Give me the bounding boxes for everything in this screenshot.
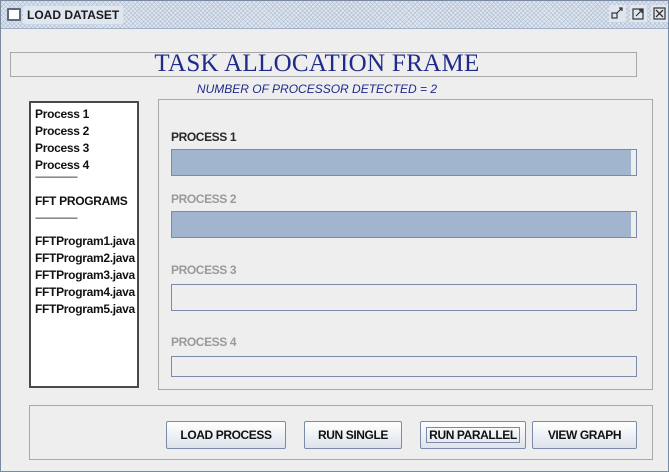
run-single-button-label: RUN SINGLE [317, 428, 388, 442]
list-item-program-2[interactable]: FFTProgram2.java [35, 251, 135, 265]
view-graph-button[interactable]: VIEW GRAPH [532, 421, 637, 449]
run-parallel-button-label: RUN PARALLEL [426, 427, 520, 443]
load-dataset-window: LOAD DATASET TASK ALLOCATION FRAME NUMBE… [0, 0, 669, 472]
window-controls [609, 5, 668, 22]
process-1-label: PROCESS 1 [171, 130, 237, 144]
load-process-button[interactable]: LOAD PROCESS [166, 421, 286, 449]
list-item-program-4[interactable]: FFTProgram4.java [35, 285, 135, 299]
process-program-list[interactable]: Process 1 Process 2 Process 3 Process 4 … [29, 101, 139, 388]
process-4-label: PROCESS 4 [171, 335, 237, 349]
list-item-program-1[interactable]: FFTProgram1.java [35, 234, 135, 248]
process-3-label: PROCESS 3 [171, 263, 237, 277]
process-3-progress-bar [171, 284, 637, 311]
list-separator: ------------------ [35, 213, 78, 224]
run-single-button[interactable]: RUN SINGLE [304, 421, 402, 449]
list-section-fft-programs[interactable]: FFT PROGRAMS [35, 194, 128, 208]
process-2-label: PROCESS 2 [171, 192, 237, 206]
minimize-icon[interactable] [609, 5, 626, 22]
list-separator: ------------------ [35, 172, 78, 183]
process-4-progress-bar [171, 356, 637, 377]
process-2-progress-bar [171, 211, 637, 238]
view-graph-button-label: VIEW GRAPH [547, 428, 622, 442]
list-item-process-3[interactable]: Process 3 [35, 141, 89, 155]
list-item-program-3[interactable]: FFTProgram3.java [35, 268, 135, 282]
load-process-button-label: LOAD PROCESS [180, 428, 272, 442]
list-item-process-1[interactable]: Process 1 [35, 107, 89, 121]
list-item-program-5[interactable]: FFTProgram5.java [35, 302, 135, 316]
process-1-progress-fill [172, 150, 632, 175]
window-icon [7, 8, 21, 21]
process-1-progress-bar [171, 149, 637, 176]
list-item-process-2[interactable]: Process 2 [35, 124, 89, 138]
window-title: LOAD DATASET [23, 6, 124, 24]
run-parallel-button[interactable]: RUN PARALLEL [420, 421, 526, 449]
list-item-process-4[interactable]: Process 4 [35, 158, 89, 172]
process-2-progress-fill [172, 212, 632, 237]
maximize-icon[interactable] [630, 5, 647, 22]
title-bar[interactable]: LOAD DATASET [1, 1, 668, 29]
page-title: TASK ALLOCATION FRAME [154, 50, 480, 77]
processor-count-label: NUMBER OF PROCESSOR DETECTED = 2 [196, 82, 438, 96]
close-icon[interactable] [651, 5, 668, 22]
